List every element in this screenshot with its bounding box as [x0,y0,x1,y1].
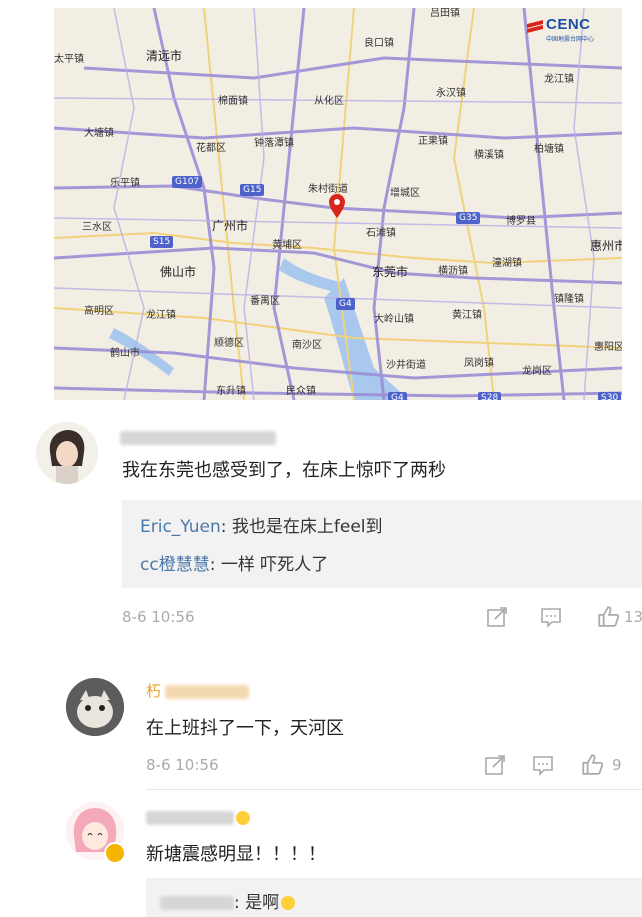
reply-author[interactable] [160,893,234,913]
comment-text: 新塘震感明显！！！！ [146,844,326,865]
section-divider [0,644,642,662]
road-shield-s30: S30 [598,392,622,400]
map-label-tonghu: 潼湖镇 [492,258,522,269]
like-icon[interactable] [580,752,604,776]
map-label-longjiang: 龙江镇 [544,74,574,85]
map-label-longgang: 龙岗区 [522,366,552,377]
map-label-gaoming: 高明区 [84,306,114,317]
emoji-icon [236,810,250,825]
comment-time: 8-6 10:56 [146,756,219,774]
road-shield-g15: G15 [240,184,265,196]
road-shield-g107: G107 [172,176,203,188]
map-label-nansha: 南沙区 [292,340,322,351]
emoji-icon [281,896,296,910]
map-label-boluo: 博罗县 [506,216,536,227]
map-label-fenggang: 凤岗镇 [464,358,494,369]
map-label-guangzhou: 广州市 [212,219,249,233]
map-label-mianmian: 棉面镇 [218,96,248,107]
earthquake-map: 清远市 广州市 佛山市 东莞市 惠州市 博罗县 从化区 花都区 黄埔区 番禺区 … [54,8,622,400]
map-label-huangpu: 黄埔区 [272,240,302,251]
map-label-huangjiang: 黄江镇 [452,310,482,321]
map-label-huizhou: 惠州市 [590,239,622,253]
map-label-shunde: 顺德区 [214,338,244,349]
reply-author[interactable]: cc橙慧慧 [140,555,210,575]
map-label-foshan: 佛山市 [160,265,197,279]
reply-text: : 是啊 [234,893,280,913]
comment-item: 我在东莞也感受到了，在床上惊吓了两秒 Eric_Yuen: 我也是在床上feel… [0,400,642,640]
map-label-huadu: 花都区 [196,143,226,154]
road-shield-g35: G35 [456,212,481,224]
comment-icon[interactable] [540,606,562,628]
reply-text: : 我也是在床上feel到 [220,517,383,537]
comment-time: 8-6 10:56 [122,608,195,626]
map-label-heshan: 鹤山市 [110,348,140,359]
comment-username[interactable]: 朽 [146,680,250,701]
comment-text: 在上班抖了一下，天河区 [146,718,344,739]
cenc-logo-subtitle: 中国地震台网中心 [546,36,595,43]
reply-author[interactable]: Eric_Yuen [140,517,221,537]
map-label-zhenlong: 镇隆镇 [554,294,584,305]
map-label-yonghan: 永汉镇 [436,88,466,99]
road-shield-s28: S28 [478,392,502,400]
like-count: 13 [624,608,642,626]
reply-item: cc橙慧慧: 一样 吓死人了 [140,550,328,575]
username-text: 朽 [146,682,162,700]
map-label-sanshui: 三水区 [82,222,112,233]
avatar[interactable] [36,422,98,484]
map-label-zengcheng: 增城区 [390,188,420,199]
map-label-baitang: 柏塘镇 [534,144,564,155]
road-shield-g4b: G4 [388,392,407,400]
comment-item: 新塘震感明显！！！！ : 是啊 [0,796,642,917]
comment-item: 朽 在上班抖了一下，天河区 8-6 10:56 9 [0,668,642,786]
avatar[interactable] [66,678,124,736]
cenc-logo: CENC 中国地震台网中心 [526,16,614,46]
map-label-leping: 乐平镇 [110,178,140,189]
reply-text: : 一样 吓死人了 [209,555,329,575]
map-label-conghua: 从化区 [314,96,344,107]
map-label-minzhong: 民众镇 [286,386,316,397]
share-icon[interactable] [486,606,508,628]
cenc-logo-icon [527,20,543,33]
road-shield-g4: G4 [336,298,355,310]
map-label-liangkou: 良口镇 [364,38,394,49]
map-label-dongsheng: 东升镇 [216,386,246,397]
road-shield-s15: S15 [150,236,174,248]
map-label-shitan: 石滩镇 [366,228,396,239]
reply-item: Eric_Yuen: 我也是在床上feel到 [140,512,383,537]
comment-divider [146,789,642,790]
map-label-hengli: 横沥镇 [438,266,468,277]
comment-text: 我在东莞也感受到了，在床上惊吓了两秒 [122,460,446,481]
comment-icon[interactable] [532,754,554,776]
reply-box[interactable]: : 是啊 [146,878,642,917]
map-label-panyu: 番禺区 [250,296,280,307]
like-count: 9 [612,756,622,774]
map-label-longjiang2: 龙江镇 [146,310,176,321]
verified-badge-icon [104,842,126,864]
like-icon[interactable] [596,604,620,628]
map-label-taiping: 太平镇 [54,54,84,65]
map-label-dongguan: 东莞市 [372,265,409,279]
map-label-zhongluotan: 钟落潭镇 [254,138,294,149]
map-label-lvtian: 吕田镇 [430,8,460,19]
reply-box[interactable]: Eric_Yuen: 我也是在床上feel到 cc橙慧慧: 一样 吓死人了 [122,500,642,588]
reply-item: : 是啊 [160,888,296,913]
epicenter-pin-icon [329,194,345,218]
cenc-logo-text: CENC [546,16,591,33]
map-label-dalingshan: 大岭山镇 [374,314,414,325]
map-label-huiyang: 惠阳区 [594,342,622,353]
share-icon[interactable] [484,754,506,776]
map-label-hengxi: 横溪镇 [474,150,504,161]
map-label-zhengguo: 正果镇 [418,136,448,147]
map-label-qingyuan: 清远市 [146,49,183,63]
map-label-shajing: 沙井街道 [386,360,426,371]
map-label-datang: 大塘镇 [84,128,114,139]
comment-username[interactable] [120,428,276,446]
comment-username[interactable] [146,808,250,826]
